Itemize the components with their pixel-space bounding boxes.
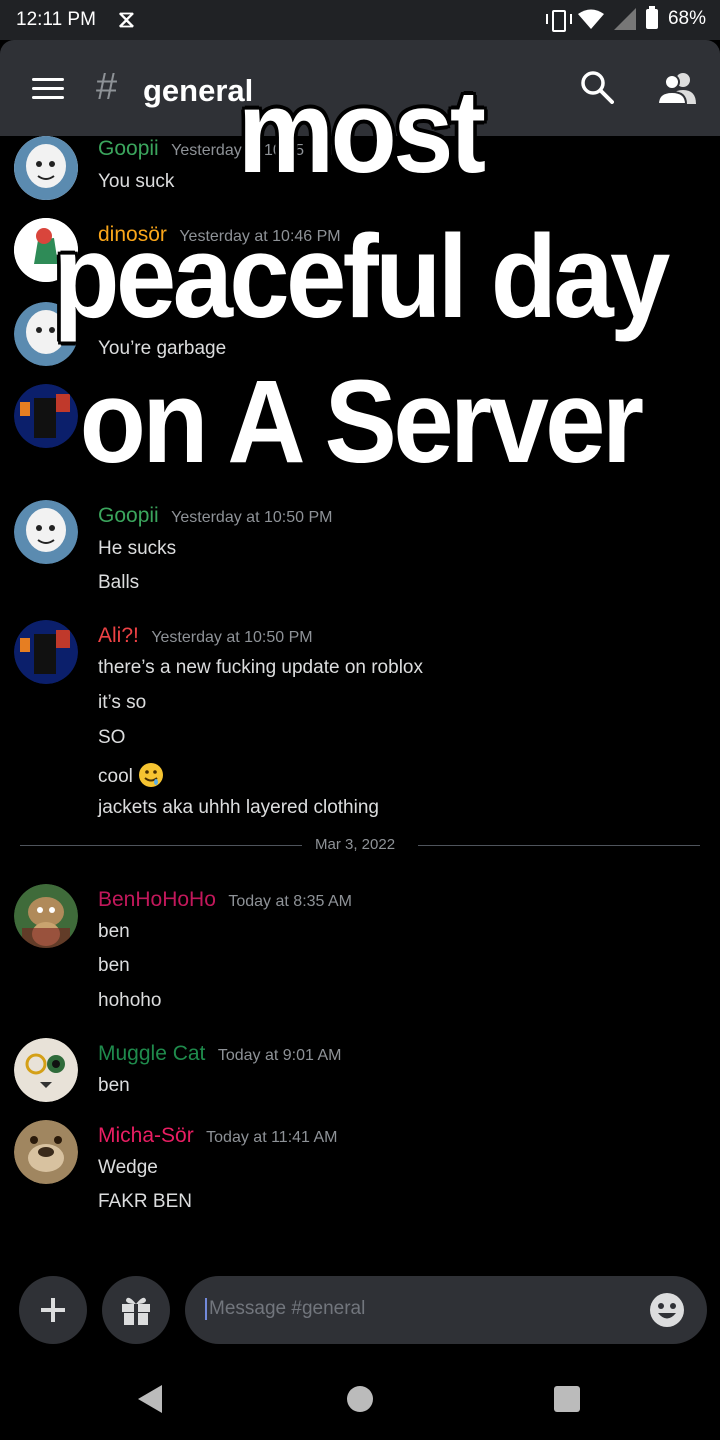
battery-level: 68% — [667, 8, 706, 29]
username[interactable]: Ali?! — [98, 624, 139, 647]
avatar[interactable] — [14, 1038, 78, 1102]
avatar[interactable] — [14, 1120, 78, 1184]
message-text: cool — [98, 766, 133, 787]
message-input-placeholder: Message #general — [205, 1298, 365, 1320]
message-line: He sucks — [98, 538, 177, 559]
gift-button[interactable] — [102, 1276, 170, 1344]
avatar[interactable] — [14, 620, 78, 684]
message-line: Balls — [98, 572, 140, 593]
plus-icon — [41, 1298, 65, 1322]
timestamp: Yesterday at 10:50 PM — [151, 629, 313, 646]
recents-icon[interactable] — [554, 1386, 580, 1412]
username[interactable]: Goopii — [98, 504, 159, 527]
username[interactable]: dinosör — [98, 223, 167, 246]
channel-hash-icon: # — [96, 66, 118, 108]
message-line: Wedge — [98, 1157, 158, 1178]
timestamp: Yesterday at 10:46 PM — [179, 228, 341, 245]
message-line: FAKR BEN — [98, 1191, 192, 1212]
message-line: jackets aka uhhh layered clothing — [98, 797, 379, 818]
message-list[interactable]: Goopii Yesterday at 10:45 PM You suck di… — [0, 136, 720, 1266]
back-icon[interactable] — [138, 1385, 162, 1413]
message-line: cool — [98, 762, 164, 788]
message-input[interactable]: Message #general — [185, 1276, 707, 1344]
message-line: hohoho — [98, 990, 162, 1011]
timestamp: Yesterday at 10:45 PM — [171, 142, 333, 159]
system-nav-bar — [0, 1360, 720, 1440]
hamburger-icon[interactable] — [32, 78, 64, 100]
avatar[interactable] — [14, 302, 78, 366]
message-line: ben — [98, 921, 130, 942]
channel-name: general — [143, 73, 254, 108]
message-line: ben — [98, 1075, 130, 1096]
avatar[interactable] — [14, 884, 78, 948]
emoji-drool-icon — [139, 763, 164, 787]
divider-line — [418, 845, 700, 846]
username[interactable]: Muggle Cat — [98, 1042, 205, 1065]
home-icon[interactable] — [347, 1386, 373, 1412]
divider-date: Mar 3, 2022 — [315, 836, 396, 853]
date-divider: Mar 3, 2022 — [20, 836, 700, 856]
message-line: ben — [98, 955, 130, 976]
search-icon[interactable] — [580, 70, 614, 104]
message-line: SO — [98, 727, 126, 748]
divider-line — [20, 845, 302, 846]
message-line: there’s a new fucking update on roblox — [98, 657, 423, 678]
channel-header: # general — [0, 40, 720, 136]
gift-icon — [122, 1297, 150, 1325]
timestamp: Today at 11:41 AM — [206, 1129, 338, 1146]
notification-x-icon: ⧖ — [118, 6, 135, 33]
signal-icon — [613, 8, 636, 30]
status-time: 12:11 PM — [16, 9, 96, 30]
timestamp: Today at 8:35 AM — [228, 893, 352, 910]
message-line: You’re garbage — [98, 338, 227, 359]
battery-icon — [645, 6, 658, 29]
wifi-icon — [577, 9, 604, 29]
avatar[interactable] — [14, 384, 78, 448]
status-bar: 12:11 PM ⧖ 68% — [0, 0, 720, 40]
emoji-icon[interactable] — [649, 1292, 685, 1328]
members-icon[interactable] — [658, 70, 698, 104]
avatar[interactable] — [14, 136, 78, 200]
username[interactable]: Goopii — [98, 137, 159, 160]
message-line: it’s so — [98, 692, 147, 713]
message-line: You suck — [98, 171, 175, 192]
username[interactable]: BenHoHoHo — [98, 888, 216, 911]
avatar[interactable] — [14, 218, 78, 282]
username[interactable]: Micha-Sör — [98, 1124, 194, 1147]
add-attachment-button[interactable] — [19, 1276, 87, 1344]
status-right: 68% — [545, 6, 706, 32]
avatar[interactable] — [14, 500, 78, 564]
timestamp: Yesterday at 10:50 PM — [171, 509, 333, 526]
vibrate-icon — [545, 10, 572, 32]
timestamp: Today at 9:01 AM — [217, 1047, 342, 1064]
